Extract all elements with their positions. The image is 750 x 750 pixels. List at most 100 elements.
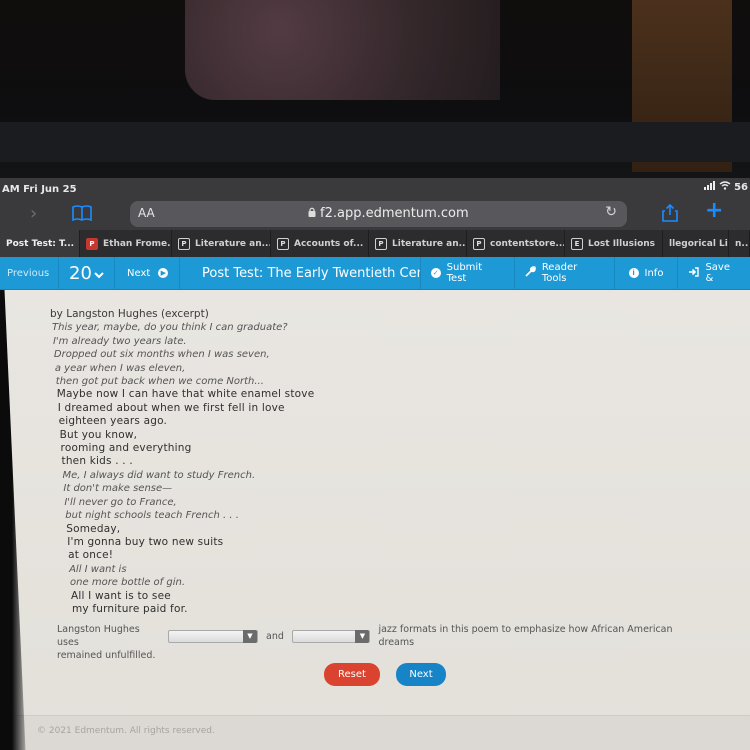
status-indicators: 56 — [704, 181, 748, 193]
photo-backdrop — [0, 0, 750, 182]
poem-line: at once! — [68, 549, 114, 562]
poem-line: I'm gonna buy two new suits — [67, 535, 224, 548]
forward-icon[interactable]: › — [30, 203, 37, 224]
tab-contentstore[interactable]: P contentstore... — [467, 230, 565, 257]
tab-overflow[interactable]: n... — [729, 230, 750, 257]
reload-icon[interactable]: ↻ — [605, 204, 617, 220]
chevron-down-icon — [94, 263, 104, 284]
answer-dropdown-2[interactable]: ▼ — [291, 629, 371, 643]
test-title-text: Post Test: The Early Twentieth Cent — [202, 265, 421, 281]
submit-label: Submit Test — [446, 262, 483, 284]
ipad-screen: AM Fri Jun 25 56 › AA f2.app.edmentum.co… — [0, 178, 750, 750]
tab-label: Lost Illusions — [588, 238, 656, 249]
reader-mode-button[interactable]: AA — [138, 206, 155, 220]
poem-line: All I want is to see — [71, 589, 171, 602]
poem-line: eighteen years ago. — [58, 415, 168, 428]
poem-line: rooming and everything — [60, 442, 192, 455]
previous-button[interactable]: Previous — [0, 256, 60, 290]
poem-line: But you know, — [59, 428, 138, 441]
save-label: Save & — [705, 262, 730, 284]
next-label: Next — [126, 267, 151, 279]
answer-dropdown-1[interactable]: ▼ — [167, 629, 258, 643]
poem-line: my furniture paid for. — [71, 602, 188, 615]
screen-edge-shadow — [0, 290, 26, 750]
tab-label: Literature an... — [195, 238, 271, 249]
tab-label: Ethan Frome... — [103, 238, 172, 249]
url-display[interactable]: f2.app.edmentum.com — [308, 206, 469, 221]
tab-accounts[interactable]: P Accounts of... — [271, 230, 369, 257]
poem-lines: This year, maybe, do you think I can gra… — [50, 321, 314, 616]
tab-literature-1[interactable]: P Literature an... — [172, 230, 271, 257]
tab-literature-2[interactable]: P Literature an... — [369, 230, 467, 257]
page-favicon-icon: P — [473, 237, 485, 250]
page-favicon-icon: P — [375, 237, 387, 250]
background-fabric — [185, 0, 500, 100]
dropdown-arrow-icon: ▼ — [243, 629, 257, 643]
page-footer: © 2021 Edmentum. All rights reserved. — [0, 715, 750, 750]
check-circle-icon: ✓ — [430, 268, 441, 278]
tab-label: Literature an... — [392, 238, 467, 249]
previous-label: Previous — [7, 267, 50, 279]
poem-line: then kids . . . — [61, 455, 133, 468]
submit-test-button[interactable]: ✓ Submit Test — [421, 256, 515, 290]
poem-line: Maybe now I can have that white enamel s… — [56, 388, 315, 401]
info-icon: i — [628, 268, 639, 278]
next-button[interactable]: Next — [396, 663, 446, 686]
bookmarks-icon[interactable] — [72, 205, 92, 225]
copyright-text: © 2021 Edmentum. All rights reserved. — [37, 726, 215, 736]
question-number-selector[interactable]: 20 — [59, 256, 115, 290]
question-number: 20 — [69, 262, 92, 284]
page-favicon-icon: P — [277, 237, 289, 250]
question-line-2: remained unfulfilled. — [57, 650, 156, 661]
tab-label: contentstore... — [490, 238, 565, 249]
status-time: AM Fri Jun 25 — [2, 184, 77, 195]
battery-percent: 56 — [734, 181, 748, 193]
arrow-right-circle-icon: ▶ — [158, 268, 169, 278]
poem-line: but night schools teach French . . . — [65, 510, 239, 522]
tab-post-test[interactable]: Post Test: T... — [0, 230, 80, 257]
tab-lost-illusions[interactable]: E Lost Illusions — [565, 230, 663, 257]
poem-byline: by Langston Hughes (excerpt) — [50, 308, 209, 320]
poem-excerpt: by Langston Hughes (excerpt) This year, … — [50, 308, 314, 616]
tab-label: llegorical Li... — [669, 238, 728, 249]
sign-out-icon — [688, 266, 700, 280]
address-bar[interactable]: AA f2.app.edmentum.com ↻ — [130, 201, 627, 227]
reader-tools-label: Reader Tools — [541, 262, 578, 284]
tab-label: Accounts of... — [294, 238, 364, 249]
device-bezel — [0, 122, 750, 162]
poem-line: All I want is — [69, 563, 127, 575]
poem-line: a year when I was eleven, — [54, 362, 186, 374]
poem-line: one more bottle of gin. — [70, 577, 186, 589]
dropdown-arrow-icon: ▼ — [355, 629, 370, 643]
tab-allegorical[interactable]: llegorical Li... — [663, 230, 729, 257]
poem-line: It don't make sense— — [63, 483, 173, 495]
tab-ethan-frome[interactable]: P Ethan Frome... — [80, 230, 172, 257]
poem-line: I'll never go to France, — [64, 496, 177, 508]
poem-line: Me, I always did want to study French. — [62, 469, 256, 481]
wifi-icon — [719, 181, 731, 193]
browser-toolbar: › AA f2.app.edmentum.com ↻ + — [0, 198, 750, 230]
test-navbar: Previous 20 Next ▶ Post Test: The Early … — [0, 256, 750, 290]
poem-line: This year, maybe, do you think I can gra… — [52, 322, 288, 334]
question-connector: and — [266, 630, 284, 642]
save-exit-button[interactable]: Save & — [678, 257, 750, 290]
poem-line: Dropped out six months when I was seven, — [53, 349, 270, 361]
url-text: f2.app.edmentum.com — [320, 206, 469, 221]
question-suffix: jazz formats in this poem to emphasize h… — [378, 624, 673, 648]
tab-label: Post Test: T... — [6, 238, 75, 249]
new-tab-icon[interactable]: + — [705, 198, 723, 223]
page-favicon-icon: E — [571, 237, 583, 250]
test-title: Post Test: The Early Twentieth Cent — [180, 256, 421, 290]
reset-button[interactable]: Reset — [324, 663, 380, 686]
share-icon[interactable] — [662, 203, 678, 226]
reader-tools-button[interactable]: Reader Tools — [515, 256, 615, 290]
poem-line: I'm already two years late. — [52, 335, 187, 347]
poem-line: I dreamed about when we first fell in lo… — [57, 401, 285, 414]
poem-line: then got put back when we come North... — [55, 376, 264, 388]
next-question-button[interactable]: Next ▶ — [115, 256, 180, 290]
tab-label: n... — [735, 238, 749, 249]
page-favicon-icon: P — [178, 237, 190, 250]
info-button[interactable]: i Info — [615, 256, 679, 290]
fill-in-question: Langston Hughes uses ▼ and ▼ jazz format… — [57, 623, 697, 662]
tab-strip: Post Test: T... P Ethan Frome... P Liter… — [0, 230, 750, 257]
